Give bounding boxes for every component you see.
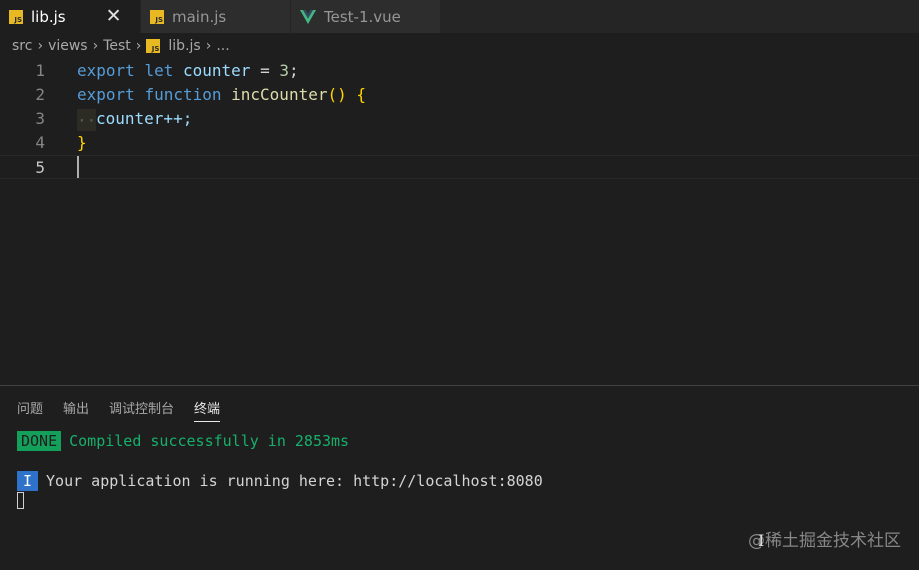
chevron-right-icon: › — [92, 38, 99, 54]
tab-label: lib.js — [31, 7, 66, 26]
code-editor[interactable]: 1 export let counter = 3; 2 export funct… — [0, 59, 919, 385]
code-line: 3 ··counter++; — [0, 107, 919, 131]
chevron-right-icon: › — [135, 38, 142, 54]
line-number: 1 — [35, 61, 45, 80]
chevron-right-icon: › — [205, 38, 212, 54]
close-icon[interactable]: ✕ — [106, 7, 122, 26]
terminal-line-done: DONE Compiled successfully in 2853ms — [17, 431, 350, 451]
tab-terminal[interactable]: 终端 — [194, 398, 221, 422]
breadcrumb-item-src[interactable]: src — [12, 38, 32, 54]
code-line: 2 export function incCounter() { — [0, 83, 919, 107]
info-badge: I — [17, 471, 39, 491]
indent-whitespace: ·· — [77, 108, 97, 131]
chevron-right-icon: › — [37, 38, 44, 54]
breadcrumb: src › views › Test › JS lib.js › ... — [0, 33, 919, 59]
terminal-line-info: I Your application is running here: http:… — [17, 471, 543, 491]
code-text: ··counter++; — [77, 108, 193, 131]
vue-file-icon — [300, 9, 316, 24]
code-line: 4 } — [0, 131, 919, 155]
breadcrumb-item-test[interactable]: Test — [103, 38, 131, 54]
editor-tab-bar: JS lib.js ✕ JS main.js Test-1.vue — [0, 0, 919, 33]
breadcrumb-item-symbols[interactable]: ... — [216, 38, 229, 54]
done-badge: DONE — [17, 431, 62, 451]
text-cursor — [77, 156, 79, 178]
breadcrumb-item-views[interactable]: views — [48, 38, 88, 54]
server-url-text: Your application is running here: http:/… — [46, 472, 543, 490]
tab-problems[interactable]: 问题 — [17, 398, 43, 422]
javascript-file-icon: JS — [9, 9, 23, 24]
panel-tabs: 问题 输出 调试控制台 终端 — [17, 398, 240, 422]
line-number: 3 — [35, 109, 45, 128]
code-line-current: 5 — [0, 155, 919, 179]
tab-lib-js[interactable]: JS lib.js ✕ — [0, 0, 141, 33]
tab-test-1-vue[interactable]: Test-1.vue — [291, 0, 441, 33]
mouse-ibeam-icon: I — [758, 531, 765, 550]
watermark: @稀土掘金技术社区 — [748, 531, 901, 551]
terminal-cursor — [17, 492, 24, 509]
line-number: 4 — [35, 133, 45, 152]
code-line: 1 export let counter = 3; — [0, 59, 919, 83]
line-number: 5 — [35, 158, 45, 177]
tab-label: Test-1.vue — [324, 7, 401, 26]
tab-label: main.js — [172, 7, 227, 26]
line-number: 2 — [35, 85, 45, 104]
code-text: } — [77, 133, 87, 152]
tab-output[interactable]: 输出 — [63, 398, 89, 422]
code-text: export let counter = 3; — [77, 61, 299, 80]
tab-main-js[interactable]: JS main.js — [141, 0, 291, 33]
compile-status-text: Compiled successfully in 2853ms — [69, 432, 350, 450]
tab-debug-console[interactable]: 调试控制台 — [109, 398, 174, 422]
breadcrumb-item-lib-js[interactable]: lib.js — [168, 38, 200, 54]
code-text: export function incCounter() { — [77, 85, 367, 104]
javascript-file-icon: JS — [146, 39, 161, 53]
javascript-file-icon: JS — [150, 9, 164, 24]
